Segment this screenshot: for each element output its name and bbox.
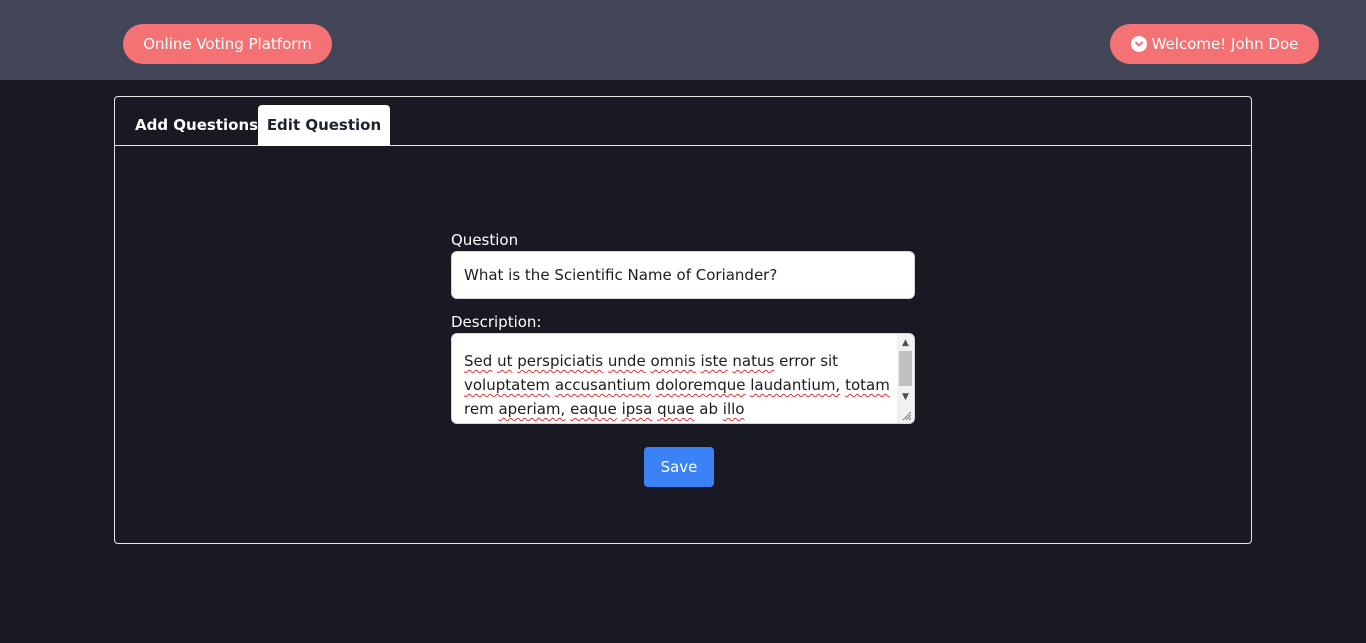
description-word: voluptatem xyxy=(464,376,551,394)
tab-bar: Add Questions Edit Question xyxy=(115,97,1251,146)
question-card: Add Questions Edit Question Question Des… xyxy=(114,96,1252,544)
description-word: laudantium, xyxy=(750,376,841,394)
description-word: omnis xyxy=(650,352,696,370)
description-textarea[interactable]: Sed ut perspiciatis unde omnis iste natu… xyxy=(451,333,915,424)
question-input[interactable] xyxy=(451,251,915,299)
brand-button[interactable]: Online Voting Platform xyxy=(123,24,332,64)
description-word: doloremque xyxy=(655,376,746,394)
chevron-down-circle-icon xyxy=(1130,36,1147,52)
description-word: totam xyxy=(845,376,890,394)
description-word: ut xyxy=(497,352,513,370)
tab-add-questions[interactable]: Add Questions xyxy=(119,105,274,146)
scroll-thumb[interactable] xyxy=(899,351,912,386)
description-word: rem xyxy=(464,400,494,418)
description-word: error xyxy=(779,352,816,370)
description-word: perspiciatis xyxy=(517,352,604,370)
scroll-up-arrow-icon[interactable]: ▲ xyxy=(897,336,914,350)
question-label: Question xyxy=(451,231,519,249)
resize-handle-icon[interactable] xyxy=(901,410,912,421)
description-label: Description: xyxy=(451,313,542,331)
description-word: ab xyxy=(699,400,719,418)
description-word: illo xyxy=(722,400,745,418)
description-word: unde xyxy=(607,352,646,370)
user-menu-button[interactable]: Welcome! John Doe xyxy=(1110,24,1319,64)
description-word: natus xyxy=(732,352,775,370)
user-menu-label: Welcome! John Doe xyxy=(1151,35,1299,53)
description-word: aperiam, xyxy=(498,400,566,418)
save-button[interactable]: Save xyxy=(644,447,714,487)
edit-question-form: Question Description: Sed ut perspiciati… xyxy=(451,230,915,424)
description-word: ipsa xyxy=(621,400,653,418)
description-word: sit xyxy=(820,352,839,370)
description-word: iste xyxy=(700,352,728,370)
description-word: eaque xyxy=(570,400,617,418)
description-text: Sed ut perspiciatis unde omnis iste natu… xyxy=(464,349,894,421)
top-navbar: Online Voting Platform Welcome! John Doe xyxy=(0,0,1366,80)
description-word: quae xyxy=(657,400,695,418)
description-word: Sed xyxy=(464,352,493,370)
description-word: accusantium xyxy=(554,376,651,394)
scroll-down-arrow-icon[interactable]: ▼ xyxy=(897,390,914,404)
tab-edit-question[interactable]: Edit Question xyxy=(258,105,390,146)
